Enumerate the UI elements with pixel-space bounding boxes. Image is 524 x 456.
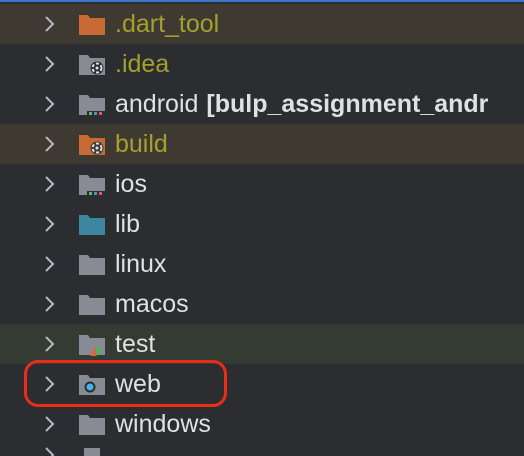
tree-row-build[interactable]: build (0, 124, 524, 164)
tree-row-label: macos (115, 290, 189, 318)
folder-config-icon (79, 55, 105, 75)
chevron-right-icon[interactable] (43, 446, 57, 456)
chevron-right-icon[interactable] (43, 15, 57, 33)
file-icon (84, 448, 100, 456)
tree-row-label: .idea (115, 50, 170, 78)
tree-row-web[interactable]: web (0, 364, 524, 404)
tree-row-dart-tool[interactable]: .dart_tool (0, 4, 524, 44)
chevron-right-icon[interactable] (43, 255, 57, 273)
tree-row-idea[interactable]: .idea (0, 44, 524, 84)
folder-source-icon (79, 215, 105, 235)
tree-row-label: test (115, 330, 156, 358)
chevron-right-icon[interactable] (43, 295, 57, 313)
tree-row-label: lib (115, 210, 141, 238)
tree-row-windows[interactable]: windows (0, 404, 524, 444)
tree-row-label: ios (115, 170, 147, 198)
tree-row-label: .dart_tool (115, 10, 220, 38)
chevron-right-icon[interactable] (43, 335, 57, 353)
chevron-right-icon[interactable] (43, 415, 57, 433)
chevron-right-icon[interactable] (43, 215, 57, 233)
tree-row-ios[interactable]: ios (0, 164, 524, 204)
tree-row-lib[interactable]: lib (0, 204, 524, 244)
module-name: [bulp_assignment_andr (206, 90, 489, 118)
folder-icon (79, 255, 105, 275)
folder-excluded-config-icon (79, 135, 105, 155)
tree-row-macos[interactable]: macos (0, 284, 524, 324)
tree-row-label: build (115, 130, 168, 158)
folder-icon (79, 295, 105, 315)
tree-row-partial[interactable] (0, 444, 524, 456)
folder-web-icon (79, 375, 105, 395)
chevron-right-icon[interactable] (43, 95, 57, 113)
chevron-right-icon[interactable] (43, 135, 57, 153)
tree-row-linux[interactable]: linux (0, 244, 524, 284)
tree-row-label: windows (115, 410, 211, 438)
tree-row-label: linux (115, 250, 167, 278)
project-tree[interactable]: .dart_tool .idea android [bulp_assignment… (0, 4, 524, 456)
folder-module-icon (79, 95, 106, 116)
chevron-right-icon[interactable] (43, 375, 57, 393)
folder-module-icon (79, 175, 106, 196)
chevron-right-icon[interactable] (43, 55, 57, 73)
tree-row-android[interactable]: android [bulp_assignment_andr (0, 84, 524, 124)
folder-name: android (115, 90, 199, 118)
chevron-right-icon[interactable] (43, 175, 57, 193)
folder-test-icon (79, 335, 105, 356)
folder-icon (79, 415, 105, 435)
folder-excluded-icon (79, 15, 105, 35)
tree-row-label: android [bulp_assignment_andr (115, 90, 488, 118)
tree-row-label: web (115, 370, 161, 398)
tree-row-test[interactable]: test (0, 324, 524, 364)
panel-top-border (0, 0, 524, 2)
